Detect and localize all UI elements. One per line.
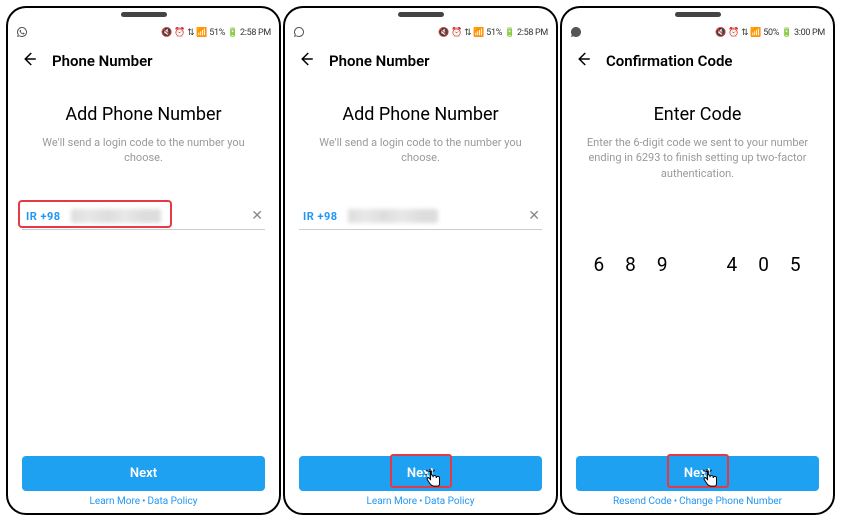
next-button[interactable]: Next — [22, 456, 265, 491]
status-right: 🔇 ⏰ ⇅ 📶 51% 🔋 2:58 PM — [161, 28, 271, 38]
data-icon: ⇅ — [187, 28, 194, 38]
battery-icon: 🔋 — [781, 28, 792, 38]
whatsapp-icon — [16, 26, 28, 41]
mute-icon: 🔇 — [161, 28, 172, 38]
next-button-label: Next — [407, 466, 434, 481]
alarm-icon: ⏰ — [174, 28, 185, 38]
time-text: 2:58 PM — [517, 28, 548, 38]
signal-icon: 📶 — [750, 28, 761, 38]
phone-input-row[interactable]: IR +98 ✕ — [22, 208, 265, 230]
speaker-slot — [675, 12, 721, 17]
mute-icon: 🔇 — [715, 28, 726, 38]
code-digit-1: 6 — [593, 253, 605, 276]
header-title: Phone Number — [52, 52, 153, 70]
phone-frame-1: 🔇 ⏰ ⇅ 📶 51% 🔋 2:58 PM Phone Number Add P… — [6, 6, 281, 515]
page-heading: Add Phone Number — [299, 104, 542, 125]
phone-frame-2: 🔇 ⏰ ⇅ 📶 51% 🔋 2:58 PM Phone Number Add P… — [283, 6, 558, 515]
time-text: 3:00 PM — [794, 28, 825, 38]
page-heading: Enter Code — [576, 104, 819, 125]
status-right: 🔇 ⏰ ⇅ 📶 51% 🔋 2:58 PM — [438, 28, 548, 38]
status-bar: 🔇 ⏰ ⇅ 📶 51% 🔋 2:58 PM — [8, 22, 279, 44]
content: Add Phone Number We'll send a login code… — [285, 80, 556, 513]
next-button-label: Next — [130, 466, 157, 481]
battery-text: 51% — [209, 28, 225, 38]
header-title: Phone Number — [329, 52, 430, 70]
footer-link-a[interactable]: Learn More — [367, 496, 418, 507]
next-button[interactable]: Next — [299, 456, 542, 491]
footer-links: Learn More•Data Policy — [22, 496, 265, 507]
clear-icon[interactable]: ✕ — [526, 208, 542, 224]
battery-text: 51% — [486, 28, 502, 38]
time-text: 2:58 PM — [240, 28, 271, 38]
footer-link-b[interactable]: Data Policy — [147, 496, 197, 507]
code-digit-5: 0 — [758, 253, 770, 276]
country-code[interactable]: IR +98 — [299, 208, 342, 225]
speaker-slot — [398, 12, 444, 17]
header: Phone Number — [285, 44, 556, 80]
header-title: Confirmation Code — [606, 52, 732, 70]
mute-icon: 🔇 — [438, 28, 449, 38]
battery-text: 50% — [763, 28, 779, 38]
signal-icon: 📶 — [196, 28, 207, 38]
whatsapp-icon — [293, 26, 305, 41]
back-arrow-icon[interactable] — [574, 50, 592, 72]
clear-icon[interactable]: ✕ — [249, 208, 265, 224]
footer-links: Resend Code•Change Phone Number — [576, 496, 819, 507]
phone-number-blurred[interactable] — [71, 209, 161, 223]
code-digit-4: 4 — [727, 253, 739, 276]
footer-link-b[interactable]: Change Phone Number — [679, 496, 782, 507]
phone-number-blurred[interactable] — [348, 209, 438, 223]
page-subtext: We'll send a login code to the number yo… — [299, 135, 542, 166]
code-digit-6: 5 — [790, 253, 802, 276]
header: Confirmation Code — [562, 44, 833, 80]
footer-links: Learn More•Data Policy — [299, 496, 542, 507]
footer-link-a[interactable]: Resend Code — [613, 496, 672, 507]
speaker-slot — [121, 12, 167, 17]
code-digit-2: 8 — [625, 253, 637, 276]
alarm-icon: ⏰ — [451, 28, 462, 38]
page-subtext: We'll send a login code to the number yo… — [22, 135, 265, 166]
header: Phone Number — [8, 44, 279, 80]
next-button[interactable]: Next — [576, 456, 819, 491]
code-digit-3: 9 — [657, 253, 669, 276]
code-input[interactable]: 6 8 9 4 0 5 — [576, 253, 819, 276]
content: Add Phone Number We'll send a login code… — [8, 80, 279, 513]
footer-link-a[interactable]: Learn More — [90, 496, 141, 507]
status-bar: 🔇 ⏰ ⇅ 📶 50% 🔋 3:00 PM — [562, 22, 833, 44]
status-right: 🔇 ⏰ ⇅ 📶 50% 🔋 3:00 PM — [715, 28, 825, 38]
content: Enter Code Enter the 6-digit code we sen… — [562, 80, 833, 513]
whatsapp-icon — [570, 26, 582, 41]
signal-icon: 📶 — [473, 28, 484, 38]
back-arrow-icon[interactable] — [297, 50, 315, 72]
page-subtext: Enter the 6-digit code we sent to your n… — [576, 135, 819, 181]
page-heading: Add Phone Number — [22, 104, 265, 125]
battery-icon: 🔋 — [227, 28, 238, 38]
code-gap — [689, 253, 707, 276]
back-arrow-icon[interactable] — [20, 50, 38, 72]
status-bar: 🔇 ⏰ ⇅ 📶 51% 🔋 2:58 PM — [285, 22, 556, 44]
footer-link-b[interactable]: Data Policy — [424, 496, 474, 507]
phone-frame-3: 🔇 ⏰ ⇅ 📶 50% 🔋 3:00 PM Confirmation Code … — [560, 6, 835, 515]
phone-input-row[interactable]: IR +98 ✕ — [299, 208, 542, 230]
country-code[interactable]: IR +98 — [22, 208, 65, 225]
battery-icon: 🔋 — [504, 28, 515, 38]
data-icon: ⇅ — [741, 28, 748, 38]
next-button-label: Next — [684, 466, 711, 481]
alarm-icon: ⏰ — [728, 28, 739, 38]
data-icon: ⇅ — [464, 28, 471, 38]
